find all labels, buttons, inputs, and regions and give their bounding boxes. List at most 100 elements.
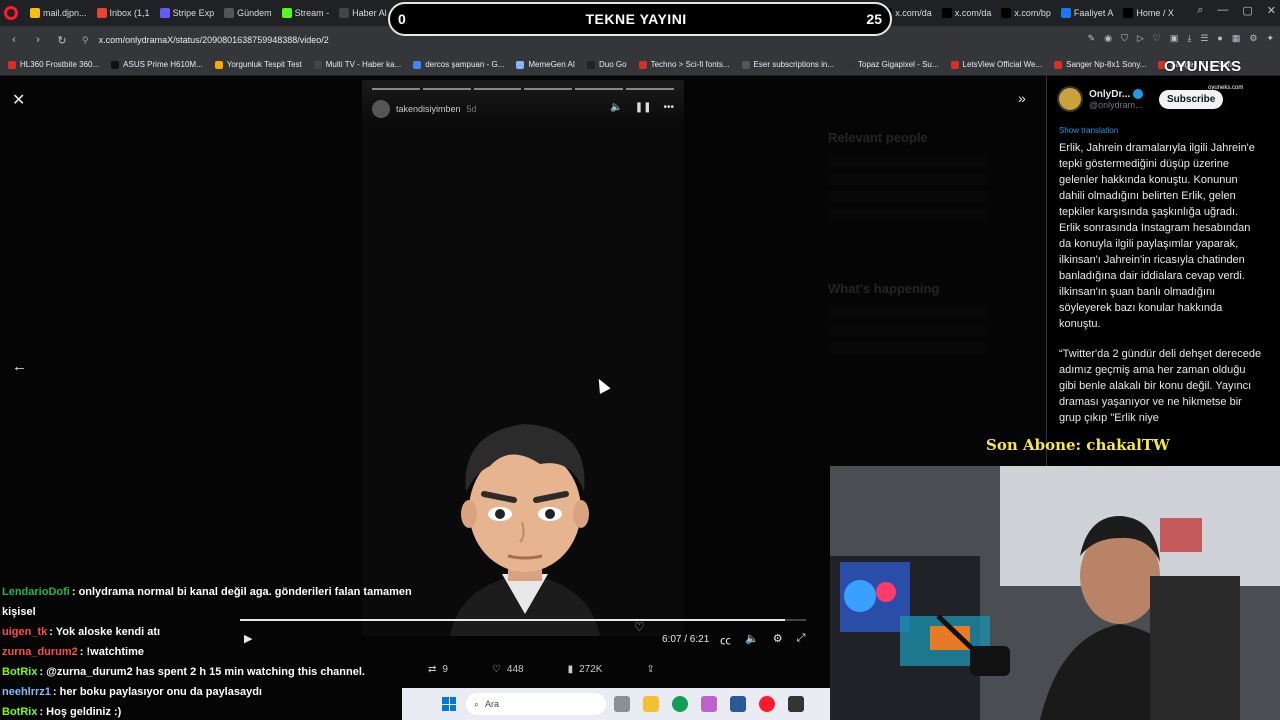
- fullscreen-icon[interactable]: ⤢: [797, 632, 806, 648]
- placeholder-row: [828, 191, 988, 203]
- box-icon[interactable]: ▣: [1170, 33, 1179, 44]
- windows-start-icon[interactable]: [442, 697, 456, 711]
- captions-icon[interactable]: ㏄: [720, 632, 731, 648]
- browser-tab[interactable]: x.com/da: [938, 3, 996, 23]
- chat-username[interactable]: uigen_tk: [2, 626, 47, 638]
- bookmark-item[interactable]: Sanger Np-8x1 Sony...: [1054, 60, 1146, 69]
- edit-icon[interactable]: ✎: [1088, 33, 1096, 44]
- url-field[interactable]: x.com/onlydramaX/status/2090801638759948…: [99, 35, 329, 45]
- subscribe-button[interactable]: Subscribe: [1159, 90, 1224, 109]
- browser-tab[interactable]: Inbox (1,1: [93, 3, 154, 23]
- file-explorer-icon[interactable]: [643, 696, 659, 712]
- close-window-icon[interactable]: ✕: [1267, 4, 1276, 17]
- placeholder-row: [828, 173, 988, 185]
- browser-tab[interactable]: x.com/bp: [997, 3, 1055, 23]
- tab-favicon-icon: [30, 8, 40, 18]
- bookmark-item[interactable]: Eser subscriptions in...: [741, 60, 834, 69]
- pause-icon[interactable]: ❚❚: [635, 102, 652, 113]
- ai-icon[interactable]: ✦: [1266, 33, 1274, 44]
- tab-label: Stripe Exp: [172, 8, 215, 18]
- volume-icon[interactable]: 🔈: [610, 102, 622, 113]
- forward-icon[interactable]: ›: [28, 34, 48, 46]
- bookmark-label: Duo Go: [599, 60, 627, 69]
- opera-icon[interactable]: [759, 696, 775, 712]
- heart-icon[interactable]: ♡: [1153, 33, 1161, 44]
- browser-tab[interactable]: Stream -: [278, 3, 334, 23]
- task-view-icon[interactable]: [614, 696, 630, 712]
- chat-username[interactable]: neehlrrz1: [2, 686, 51, 698]
- play-icon[interactable]: ▷: [1137, 33, 1144, 44]
- address-bar-actions: ✎ ◉ ⛉ ▷ ♡ ▣ ⤓ ☰ ● ▦ ⚙ ✦: [1088, 33, 1274, 44]
- tweet-author[interactable]: OnlyDr... @onlydram...: [1057, 86, 1144, 112]
- obs-icon[interactable]: [788, 696, 804, 712]
- browser-tab[interactable]: Stripe Exp: [156, 3, 219, 23]
- browser-tab[interactable]: Haber Al: [335, 3, 391, 23]
- app-icon[interactable]: [701, 696, 717, 712]
- tab-favicon-icon: [281, 8, 292, 18]
- extensions-icon[interactable]: ▦: [1232, 33, 1241, 44]
- store-icon[interactable]: [730, 696, 746, 712]
- browser-tab[interactable]: Home / X: [1119, 3, 1178, 23]
- profile-icon[interactable]: ●: [1217, 33, 1222, 44]
- avatar[interactable]: [1057, 86, 1083, 112]
- bookmark-favicon-icon: [587, 60, 596, 69]
- back-icon[interactable]: ‹: [4, 34, 24, 46]
- minimize-icon[interactable]: —: [1217, 4, 1228, 17]
- story-user[interactable]: takendisiyimben 5d: [372, 100, 477, 118]
- site-info-icon[interactable]: ⚲: [82, 35, 89, 46]
- tab-label: x.com/da: [895, 8, 932, 18]
- placeholder-row: [828, 324, 988, 336]
- bookmark-item[interactable]: LetsView Official We...: [950, 60, 1043, 69]
- download-icon[interactable]: ⤓: [1187, 33, 1191, 44]
- tweet-paragraph: “Twitter'da 2 gündür deli dehşet dereced…: [1059, 348, 1262, 424]
- views-button[interactable]: ▮ 272K: [568, 664, 603, 675]
- placeholder-row: [828, 209, 988, 221]
- bookmark-favicon-icon: [313, 60, 322, 69]
- placeholder-row: [828, 306, 988, 318]
- retweet-button[interactable]: ⇄ 9: [428, 664, 448, 675]
- expand-panel-icon[interactable]: »: [1018, 90, 1026, 106]
- bookmark-item[interactable]: Multi TV - Haber ka...: [313, 60, 401, 69]
- chat-username[interactable]: LendarioDofi: [2, 586, 70, 598]
- volume-icon[interactable]: 🔈: [745, 632, 759, 648]
- chat-username[interactable]: BotRix: [2, 706, 37, 718]
- like-overlay-icon[interactable]: ♡: [634, 620, 645, 634]
- chat-message: neehlrrz1: her boku paylasıyor onu da pa…: [2, 686, 402, 706]
- menu-icon[interactable]: ☰: [1200, 33, 1208, 44]
- bookmark-item[interactable]: MemeGen AI: [516, 60, 575, 69]
- previous-media-icon[interactable]: ←: [12, 358, 27, 375]
- taskbar-search[interactable]: ⌕ Ara: [466, 693, 606, 715]
- bookmark-item[interactable]: Techno > Sci-fi fonts...: [638, 60, 730, 69]
- tab-favicon-icon: [339, 8, 350, 18]
- bookmark-item[interactable]: HL360 Frostbite 360...: [8, 60, 99, 69]
- like-button[interactable]: ♡ 448: [492, 664, 524, 675]
- bookmark-label: LetsView Official We...: [962, 60, 1043, 69]
- tab-label: mail.djpn...: [43, 8, 87, 18]
- more-icon[interactable]: •••: [663, 102, 674, 113]
- browser-tab[interactable]: Faaliyet A: [1057, 3, 1118, 23]
- reload-icon[interactable]: ↻: [52, 34, 72, 47]
- brand-url: oyuneks.com: [1208, 85, 1244, 91]
- bookmark-item[interactable]: dercos şampuan - G...: [413, 60, 504, 69]
- settings-icon[interactable]: ⚙: [1249, 33, 1257, 44]
- share-button[interactable]: ⇪: [646, 664, 654, 675]
- close-viewer-icon[interactable]: ✕: [12, 90, 25, 110]
- browser-tab[interactable]: Gündem: [220, 3, 276, 23]
- chat-username[interactable]: zurna_durum2: [2, 646, 78, 658]
- maximize-icon[interactable]: ▢: [1242, 4, 1252, 17]
- bookmark-item[interactable]: ASUS Prime H610M...: [111, 60, 203, 69]
- bookmark-item[interactable]: Duo Go: [587, 60, 627, 69]
- tab-favicon-icon: [224, 8, 235, 18]
- chat-username[interactable]: BotRix: [2, 666, 37, 678]
- show-translation-link[interactable]: Show translation: [1059, 126, 1118, 135]
- bookmark-item[interactable]: Topaz Gigapixel - Su...: [846, 60, 939, 69]
- settings-icon[interactable]: ⚙: [773, 632, 783, 648]
- edge-icon[interactable]: [672, 696, 688, 712]
- camera-icon[interactable]: ◉: [1104, 33, 1112, 44]
- chat-text: : her boku paylasıyor onu da paylasaydı: [52, 686, 262, 698]
- browser-tab[interactable]: mail.djpn...: [26, 3, 91, 23]
- shield-icon[interactable]: ⛉: [1121, 33, 1128, 44]
- search-tabs-icon[interactable]: ⌕: [1197, 4, 1203, 17]
- opera-logo-icon[interactable]: [4, 6, 18, 20]
- bookmark-item[interactable]: Yorgunluk Tespit Test: [214, 60, 302, 69]
